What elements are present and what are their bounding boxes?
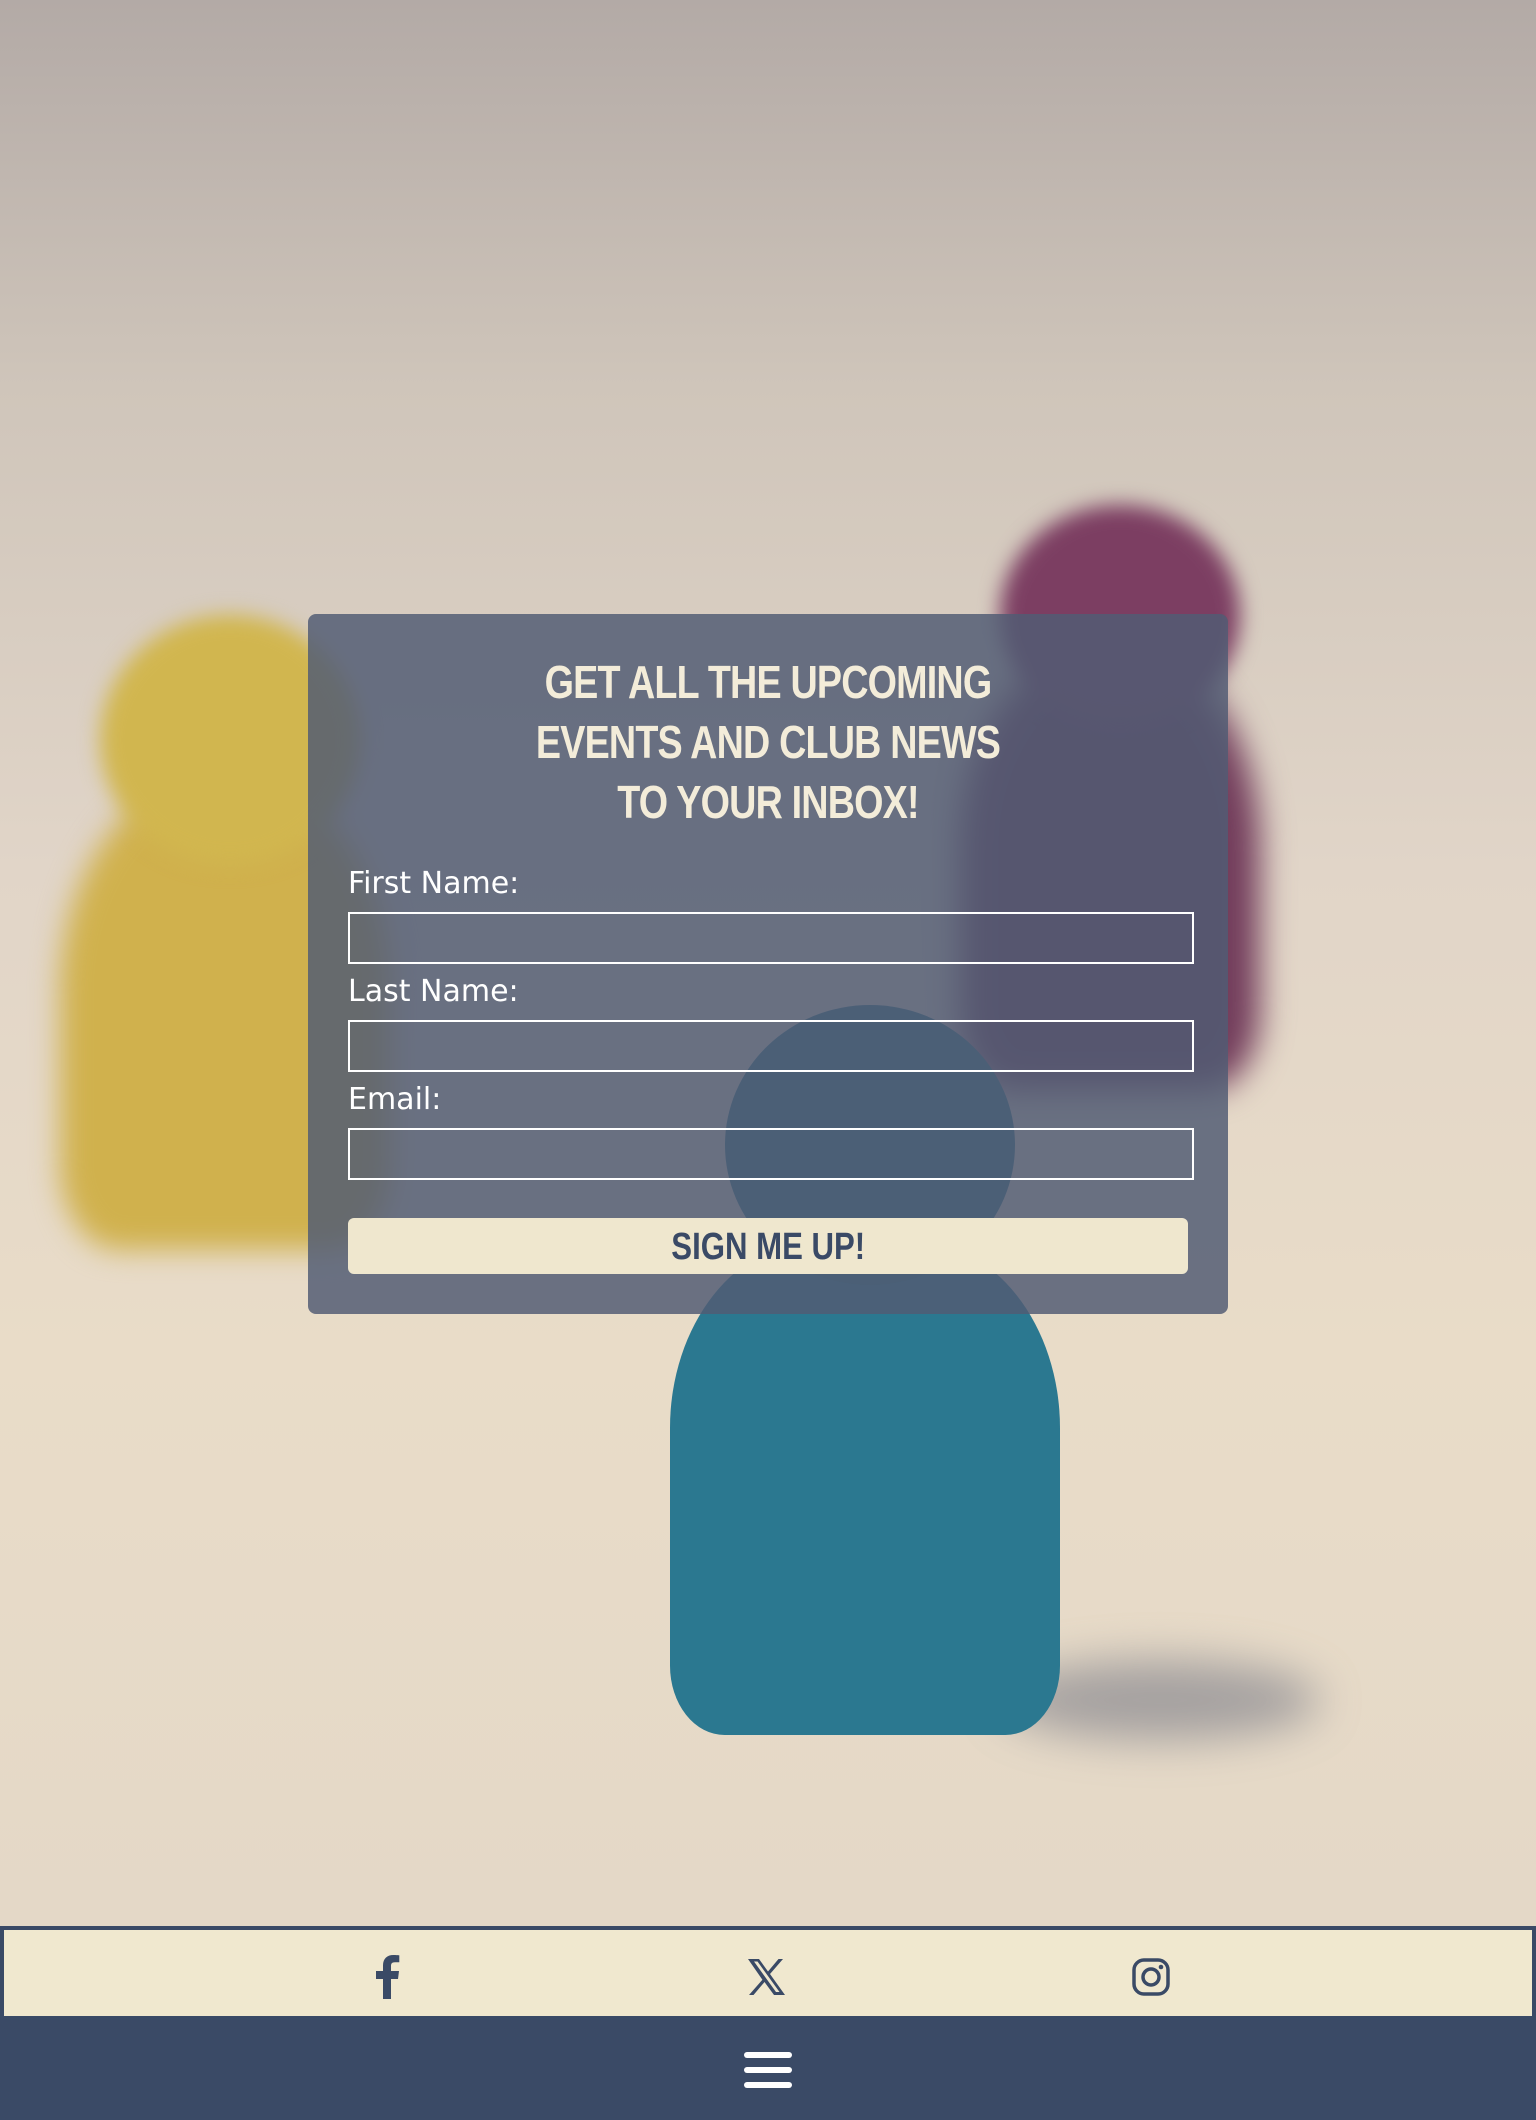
sign-up-button-label: SIGN ME UP!	[671, 1226, 865, 1268]
email-label: Email:	[348, 1082, 442, 1117]
email-input[interactable]	[348, 1128, 1194, 1180]
first-name-input[interactable]	[348, 912, 1194, 964]
bottom-navigation-bar	[0, 2020, 1536, 2120]
facebook-icon	[376, 1955, 400, 1999]
last-name-input[interactable]	[348, 1020, 1194, 1072]
signup-title: GET ALL THE UPCOMING EVENTS AND CLUB NEW…	[535, 656, 1001, 828]
social-links-bar	[0, 1926, 1536, 2020]
first-name-label: First Name:	[348, 866, 520, 901]
facebook-link[interactable]	[362, 1952, 412, 2002]
x-link[interactable]	[742, 1952, 792, 2002]
sign-up-button[interactable]: SIGN ME UP!	[348, 1218, 1188, 1274]
hamburger-menu-icon[interactable]	[744, 2050, 792, 2090]
newsletter-signup-card: GET ALL THE UPCOMING EVENTS AND CLUB NEW…	[308, 614, 1228, 1314]
teal-pawn	[670, 1240, 1060, 1735]
instagram-icon	[1132, 1958, 1170, 1996]
instagram-link[interactable]	[1126, 1952, 1176, 2002]
x-icon	[748, 1959, 785, 1995]
last-name-label: Last Name:	[348, 974, 519, 1009]
